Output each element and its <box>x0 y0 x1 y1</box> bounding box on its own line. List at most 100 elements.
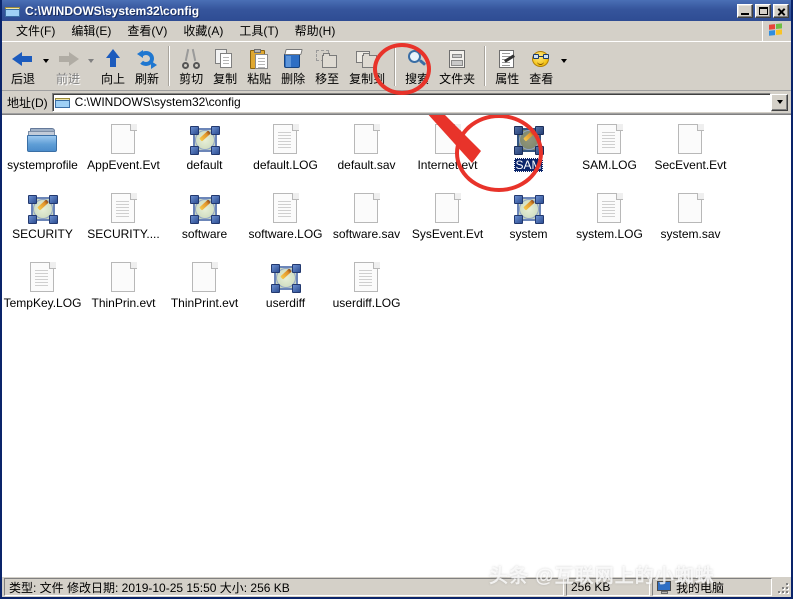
menu-edit[interactable]: 编辑(E) <box>63 20 119 41</box>
up-button[interactable]: 向上 <box>96 44 130 90</box>
file-label: software.sav <box>332 227 401 241</box>
file-item[interactable]: SysEvent.Evt <box>407 190 488 241</box>
explorer-window: C:\WINDOWS\system32\config 文件(F) 编辑(E) 查… <box>0 0 793 599</box>
address-input[interactable]: C:\WINDOWS\system32\config <box>51 92 771 112</box>
back-button[interactable]: 后退 <box>6 44 40 90</box>
doc-blank-icon <box>110 259 137 293</box>
cut-button[interactable]: 剪切 <box>174 44 208 90</box>
forward-history-dropdown[interactable] <box>85 44 96 90</box>
file-label: SysEvent.Evt <box>411 227 484 241</box>
file-item[interactable]: SECURITY.... <box>83 190 164 241</box>
file-item[interactable]: userdiff.LOG <box>326 259 407 310</box>
folders-pane-icon <box>448 47 466 71</box>
refresh-icon <box>137 47 158 71</box>
clipboard-paste-icon <box>249 47 269 71</box>
file-label: SECURITY.... <box>87 227 160 241</box>
file-label: system <box>509 227 548 241</box>
file-item[interactable]: Internet.evt <box>407 121 488 172</box>
delete-button[interactable]: 删除 <box>276 44 310 90</box>
file-item[interactable]: SECURITY <box>2 190 83 241</box>
properties-button[interactable]: 属性 <box>490 44 524 90</box>
folders-button[interactable]: 文件夹 <box>434 44 480 90</box>
copy-button[interactable]: 复制 <box>208 44 242 90</box>
file-item[interactable]: default.LOG <box>245 121 326 172</box>
file-item[interactable]: SAM.LOG <box>569 121 650 172</box>
registry-icon <box>513 121 544 155</box>
refresh-label: 刷新 <box>135 72 160 86</box>
file-item[interactable]: systemprofile <box>2 121 83 172</box>
menu-file[interactable]: 文件(F) <box>8 20 63 41</box>
refresh-button[interactable]: 刷新 <box>130 44 164 90</box>
menu-favorites[interactable]: 收藏(A) <box>175 20 231 41</box>
copy-to-button[interactable]: 复制到 <box>344 44 390 90</box>
file-item[interactable]: ThinPrint.evt <box>164 259 245 310</box>
folders-label: 文件夹 <box>439 72 476 86</box>
file-label: software.LOG <box>248 227 323 241</box>
file-item[interactable]: ThinPrin.evt <box>83 259 164 310</box>
status-details: 类型: 文件 修改日期: 2019-10-25 15:50 大小: 256 KB <box>4 578 564 596</box>
doc-blank-icon <box>434 121 461 155</box>
file-list-pane[interactable]: systemprofile AppEvent.Evt default default.… <box>2 114 791 576</box>
resize-grip[interactable] <box>775 580 789 594</box>
views-smiley-icon <box>531 47 551 71</box>
file-label: default.sav <box>337 158 396 172</box>
window-title: C:\WINDOWS\system32\config <box>25 3 200 18</box>
cut-label: 剪切 <box>179 72 204 86</box>
file-grid: systemprofile AppEvent.Evt default default.… <box>2 121 791 328</box>
my-computer-icon <box>657 580 672 594</box>
file-item[interactable]: system.sav <box>650 190 731 241</box>
maximize-button[interactable] <box>755 3 771 18</box>
forward-button[interactable]: 前进 <box>51 44 85 90</box>
file-label: SAM.LOG <box>582 158 637 172</box>
move-to-label: 移至 <box>315 72 340 86</box>
file-label: software <box>181 227 228 241</box>
move-to-folder-icon <box>316 47 338 71</box>
copy-icon <box>215 47 235 71</box>
search-button[interactable]: 搜索 <box>400 44 434 90</box>
paste-button[interactable]: 粘贴 <box>242 44 276 90</box>
file-label: ThinPrint.evt <box>170 296 239 310</box>
file-label: SAM <box>514 158 543 172</box>
file-item[interactable]: default <box>164 121 245 172</box>
menu-help[interactable]: 帮助(H) <box>287 20 344 41</box>
toolbar-separator <box>394 46 397 86</box>
delete-label: 删除 <box>281 72 306 86</box>
file-label: Internet.evt <box>417 158 478 172</box>
menu-tools[interactable]: 工具(T) <box>231 20 286 41</box>
scissors-icon <box>182 47 201 71</box>
doc-blank-icon <box>353 121 380 155</box>
paste-label: 粘贴 <box>247 72 272 86</box>
file-label: system.LOG <box>576 227 643 241</box>
file-label: AppEvent.Evt <box>87 158 160 172</box>
views-dropdown[interactable] <box>558 44 569 90</box>
move-to-button[interactable]: 移至 <box>310 44 344 90</box>
search-icon <box>407 47 427 71</box>
folder-icon <box>54 96 71 109</box>
up-label: 向上 <box>101 72 126 86</box>
registry-icon <box>270 259 301 293</box>
back-history-dropdown[interactable] <box>40 44 51 90</box>
chevron-down-icon[interactable] <box>771 93 788 111</box>
forward-label: 前进 <box>56 72 81 86</box>
views-label: 查看 <box>529 72 554 86</box>
file-item[interactable]: system <box>488 190 569 241</box>
doc-blank-icon <box>434 190 461 224</box>
file-item[interactable]: system.LOG <box>569 190 650 241</box>
file-item[interactable]: SAM <box>488 121 569 172</box>
file-item[interactable]: software.sav <box>326 190 407 241</box>
file-label: userdiff <box>265 296 306 310</box>
views-button[interactable]: 查看 <box>524 44 558 90</box>
file-item[interactable]: SecEvent.Evt <box>650 121 731 172</box>
file-item[interactable]: software <box>164 190 245 241</box>
close-button[interactable] <box>773 3 789 18</box>
file-label: system.sav <box>660 227 721 241</box>
file-item[interactable]: software.LOG <box>245 190 326 241</box>
file-item[interactable]: AppEvent.Evt <box>83 121 164 172</box>
file-item[interactable]: userdiff <box>245 259 326 310</box>
doc-lined-icon <box>272 190 299 224</box>
file-item[interactable]: TempKey.LOG <box>2 259 83 310</box>
doc-lined-icon <box>29 259 56 293</box>
file-item[interactable]: default.sav <box>326 121 407 172</box>
menu-view[interactable]: 查看(V) <box>119 20 175 41</box>
minimize-button[interactable] <box>737 3 753 18</box>
